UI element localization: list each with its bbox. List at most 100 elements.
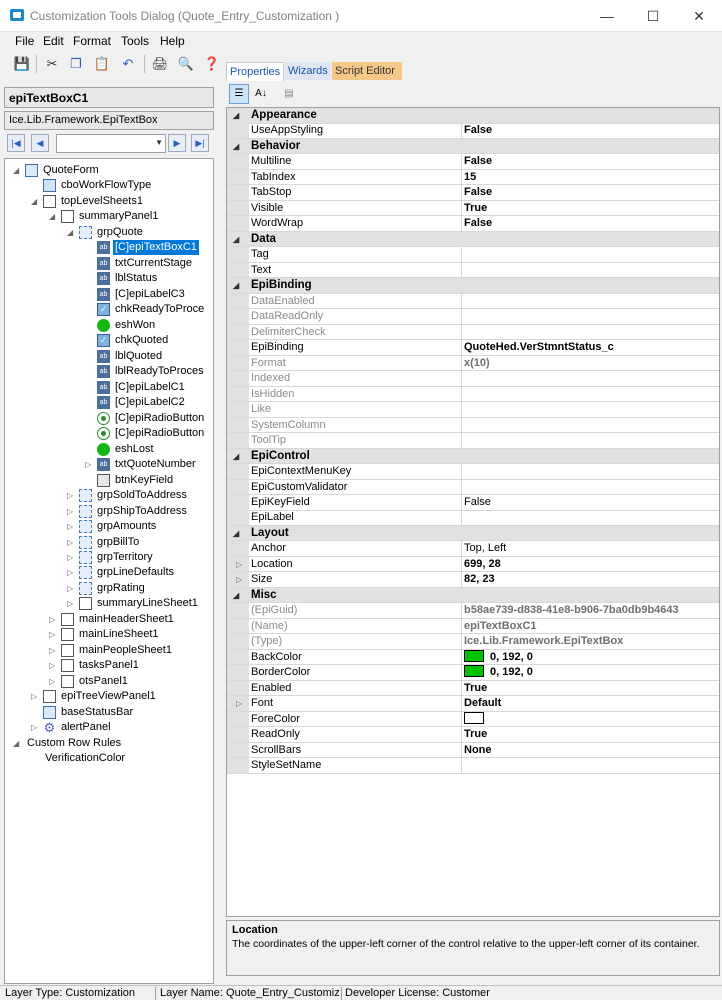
maximize-button[interactable]: ☐ <box>630 0 676 32</box>
property-value[interactable]: True <box>461 680 719 696</box>
expand-icon[interactable]: ▷ <box>31 689 40 704</box>
property-row[interactable]: BorderColor 0, 192, 0 <box>227 665 719 681</box>
property-row[interactable]: (EpiGuid) b58ae739-d838-41e8-b906-7ba0db9… <box>227 603 719 619</box>
expand-icon[interactable]: ▷ <box>49 643 58 658</box>
menu-format[interactable]: Format <box>73 34 111 48</box>
property-value[interactable]: 82, 23 <box>461 572 719 587</box>
tree-node[interactable]: ▷ mainPeopleSheet1 <box>5 643 213 658</box>
property-category[interactable]: ◢ Appearance <box>227 108 719 124</box>
tree-node[interactable]: ◢ topLevelSheets1 <box>5 194 213 209</box>
property-row[interactable]: Enabled True <box>227 680 719 697</box>
property-row[interactable]: Format x(10) <box>227 355 719 372</box>
property-value[interactable]: True <box>461 727 719 742</box>
property-row[interactable]: DataReadOnly <box>227 309 719 325</box>
previous-button[interactable]: ◀ <box>31 134 49 152</box>
property-value[interactable]: epiTextBoxC1 <box>461 618 719 634</box>
tree-node[interactable]: ab [C]epiLabelC2 <box>5 395 213 410</box>
first-button[interactable]: |◀ <box>7 134 25 152</box>
collapse-icon[interactable]: ◢ <box>233 588 239 603</box>
property-row[interactable]: ▷ Size 82, 23 <box>227 572 719 588</box>
collapse-icon[interactable]: ◢ <box>67 225 76 240</box>
property-row[interactable]: SystemColumn <box>227 417 719 434</box>
expand-icon[interactable]: ▷ <box>236 696 242 711</box>
tree-node[interactable]: [C]epiRadioButton <box>5 426 213 441</box>
tab-wizards[interactable]: Wizards <box>285 62 331 80</box>
property-value[interactable] <box>461 711 719 727</box>
property-category[interactable]: ◢ Data <box>227 231 719 248</box>
tree-node[interactable]: ▷ tasksPanel1 <box>5 658 213 673</box>
property-row[interactable]: UseAppStyling False <box>227 123 719 139</box>
property-value[interactable] <box>461 371 719 386</box>
property-row[interactable]: ReadOnly True <box>227 727 719 743</box>
copy-button[interactable]: ❐ <box>66 54 86 74</box>
property-pages-button[interactable]: ▤ <box>279 84 299 104</box>
property-value[interactable]: False <box>461 154 719 169</box>
tree-node[interactable]: ▷ epiTreeViewPanel1 <box>5 689 213 704</box>
property-value[interactable] <box>461 309 719 324</box>
property-value[interactable] <box>461 293 719 309</box>
expand-icon[interactable]: ▷ <box>67 488 76 503</box>
tree-node[interactable]: ab lblQuoted <box>5 349 213 364</box>
tab-script-editor[interactable]: Script Editor <box>332 62 402 80</box>
expand-icon[interactable]: ▷ <box>67 550 76 565</box>
alphabetical-button[interactable]: A↓ <box>251 84 271 104</box>
print-button[interactable]: 🖨 <box>150 54 170 74</box>
property-row[interactable]: EpiLabel <box>227 510 719 526</box>
collapse-icon[interactable]: ◢ <box>31 194 40 209</box>
property-value[interactable]: 15 <box>461 169 719 185</box>
expand-icon[interactable]: ▷ <box>67 504 76 519</box>
property-value[interactable]: True <box>461 200 719 216</box>
tree-node[interactable]: ▷ mainLineSheet1 <box>5 627 213 642</box>
collapse-icon[interactable]: ◢ <box>233 278 239 293</box>
tree-node[interactable]: eshLost <box>5 442 213 457</box>
property-row[interactable]: (Name) epiTextBoxC1 <box>227 618 719 635</box>
tree-node[interactable]: ◢ Custom Row Rules <box>5 736 213 751</box>
expand-icon[interactable]: ▷ <box>236 572 242 587</box>
property-value[interactable]: False <box>461 216 719 231</box>
menu-file[interactable]: File <box>15 34 34 48</box>
property-row[interactable]: ▷ Font Default <box>227 696 719 712</box>
property-category[interactable]: ◢ Misc <box>227 587 719 604</box>
tree-node[interactable]: ▷ ab txtQuoteNumber <box>5 457 213 472</box>
help-button[interactable]: ❓ <box>202 54 222 74</box>
expand-icon[interactable]: ▷ <box>67 596 76 611</box>
next-button[interactable]: ▶ <box>168 134 186 152</box>
tree-node[interactable]: ▷ grpBillTo <box>5 535 213 550</box>
property-value[interactable]: 699, 28 <box>461 556 719 572</box>
property-row[interactable]: TabIndex 15 <box>227 169 719 186</box>
expand-icon[interactable]: ▷ <box>67 535 76 550</box>
property-row[interactable]: Anchor Top, Left <box>227 541 719 557</box>
tree-node[interactable]: ▷ ⚙ alertPanel <box>5 720 213 735</box>
tree-node[interactable]: ab [C]epiLabelC1 <box>5 380 213 395</box>
expand-icon[interactable]: ▷ <box>236 557 242 572</box>
menu-tools[interactable]: Tools <box>121 34 149 48</box>
property-row[interactable]: WordWrap False <box>227 216 719 232</box>
property-value[interactable]: Top, Left <box>461 541 719 556</box>
property-value[interactable] <box>461 402 719 417</box>
tree-node[interactable]: ▷ mainHeaderSheet1 <box>5 612 213 627</box>
tree-node[interactable]: ab [C]epiTextBoxC1 <box>5 240 213 256</box>
tree-node[interactable]: btnKeyField <box>5 473 213 488</box>
property-category[interactable]: ◢ Behavior <box>227 138 719 155</box>
property-row[interactable]: ToolTip <box>227 433 719 449</box>
property-row[interactable]: Like <box>227 402 719 418</box>
tree-node[interactable]: ▷ grpSoldToAddress <box>5 488 213 503</box>
property-row[interactable]: ScrollBars None <box>227 742 719 759</box>
tab-properties[interactable]: Properties <box>226 62 284 81</box>
tree-node[interactable]: eshWon <box>5 318 213 333</box>
property-row[interactable]: DataEnabled <box>227 293 719 310</box>
property-row[interactable]: ▷ Location 699, 28 <box>227 556 719 573</box>
tree-node[interactable]: ab lblReadyToProces <box>5 364 213 379</box>
control-select[interactable]: ▼ <box>56 134 166 153</box>
expand-icon[interactable]: ▷ <box>49 674 58 689</box>
property-row[interactable]: EpiKeyField False <box>227 495 719 511</box>
last-button[interactable]: ▶| <box>191 134 209 152</box>
property-row[interactable]: IsHidden <box>227 386 719 403</box>
expand-icon[interactable]: ▷ <box>85 457 94 472</box>
tree-node[interactable]: VerificationColor <box>5 751 213 766</box>
property-value[interactable]: None <box>461 742 719 758</box>
tree-node[interactable]: ▷ summaryLineSheet1 <box>5 596 213 611</box>
tree-node[interactable]: baseStatusBar <box>5 705 213 720</box>
property-value[interactable] <box>461 262 719 278</box>
property-value[interactable]: x(10) <box>461 355 719 371</box>
